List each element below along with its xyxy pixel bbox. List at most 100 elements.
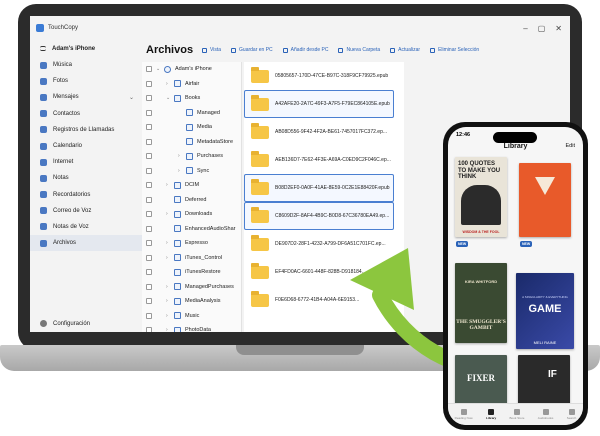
file-row[interactable]: B08D2EF0-0A0F-41AE-8E59-0C2E1E88420F.epu… — [244, 174, 394, 202]
checkbox[interactable] — [146, 182, 152, 189]
book-cover[interactable]: FIXER — [455, 355, 507, 405]
expand-chevron-icon[interactable]: › — [166, 182, 174, 188]
expand-chevron-icon[interactable]: › — [178, 168, 186, 174]
phone-tab[interactable]: Library — [486, 409, 496, 420]
tree-row[interactable]: › Purchases — [142, 149, 241, 164]
phone-tab[interactable]: Search — [567, 409, 576, 420]
sidebar-item-recordatorios[interactable]: Recordatorios — [30, 187, 142, 203]
sidebar-device[interactable]: Adam's iPhone — [30, 40, 142, 57]
expand-chevron-icon[interactable]: › — [166, 240, 174, 246]
checkbox[interactable] — [146, 80, 152, 87]
tree-row[interactable]: Deferred — [142, 193, 241, 208]
tree-row[interactable]: EnhancedAudioShar — [142, 222, 241, 237]
expand-chevron-icon[interactable]: › — [166, 211, 174, 217]
book-cover[interactable]: A SINGULARITY & EVERYTHING GAME MELI RAI… — [516, 273, 574, 349]
phone-tab[interactable]: Book Store — [510, 409, 524, 420]
expand-chevron-icon[interactable]: › — [166, 284, 174, 290]
tree-row[interactable]: › Airfair — [142, 77, 241, 92]
file-row[interactable]: AEB136D7-7E62-4F3E-A69A-C0ED9C2F046C.ep.… — [244, 146, 394, 174]
sidebar-item-notas[interactable]: Notas — [30, 170, 142, 186]
tree-row[interactable]: › ManagedPurchases — [142, 280, 241, 295]
tree-row[interactable]: Media — [142, 120, 241, 135]
tree-row[interactable]: › Music — [142, 309, 241, 324]
chevron-down-icon[interactable]: ⌄ — [129, 94, 134, 101]
book-cover[interactable] — [519, 163, 571, 237]
edit-button[interactable]: Edit — [566, 143, 575, 149]
tree-row[interactable]: › Espresso — [142, 236, 241, 251]
phone-tab[interactable]: Audiobooks — [538, 409, 553, 420]
save-to-pc-button[interactable]: Guardar en PC — [231, 47, 273, 53]
sidebar-item-notas-de-voz[interactable]: Notas de Voz — [30, 219, 142, 235]
file-row[interactable]: A42AFE20-2A7C-49F3-A7F5-F79EC864105E.epu… — [244, 90, 394, 118]
sidebar-item-musica[interactable]: Música — [30, 57, 142, 73]
phone-tab[interactable]: Reading Now — [455, 409, 473, 420]
minimize-button[interactable]: – — [523, 24, 527, 33]
sidebar-item-internet[interactable]: Internet — [30, 154, 142, 170]
expand-chevron-icon[interactable]: › — [166, 255, 174, 261]
book-cover[interactable]: IF — [518, 355, 570, 405]
sidebar-item-correo-de-voz[interactable]: Correo de Voz — [30, 203, 142, 219]
tree-row[interactable]: › iTunes_Control — [142, 251, 241, 266]
checkbox[interactable] — [146, 298, 152, 305]
expand-chevron-icon[interactable]: › — [166, 81, 174, 87]
sidebar-item-archivos[interactable]: Archivos — [30, 235, 142, 252]
book-cover[interactable]: KIRA WHITFORD THE SMUGGLER'S GAMBIT — [455, 263, 507, 343]
chevron-down-icon[interactable]: ⌄ — [156, 66, 164, 72]
expand-chevron-icon[interactable]: › — [166, 298, 174, 304]
sidebar-item-label: Fotos — [53, 78, 69, 85]
sidebar-item-calendario[interactable]: Calendario — [30, 138, 142, 154]
tree-row[interactable]: MetadataStore — [142, 135, 241, 150]
checkbox[interactable] — [146, 312, 152, 319]
menu-icon[interactable] — [40, 46, 46, 51]
tree-root-label: Adam's iPhone — [175, 66, 212, 73]
checkbox[interactable] — [146, 211, 152, 218]
book-cover[interactable]: 100 QUOTES TO MAKE YOU THINK WISDOM & TH… — [455, 157, 507, 237]
maximize-button[interactable]: ▢ — [538, 24, 546, 33]
settings-button[interactable]: Configuración — [30, 316, 142, 332]
checkbox[interactable] — [146, 240, 152, 247]
add-from-pc-button[interactable]: Añadir desde PC — [282, 47, 328, 53]
file-row[interactable]: 05805657-170D-47CE-B97C-318F9CF79925.epu… — [244, 62, 394, 90]
delete-selection-button[interactable]: Eliminar Selección — [430, 47, 479, 53]
checkbox[interactable] — [146, 327, 152, 332]
tree-row[interactable]: › Sync — [142, 164, 241, 179]
tree-row-label: Media — [197, 124, 212, 131]
book-author: KIRA WHITFORD — [464, 279, 498, 284]
tree-row[interactable]: › Downloads — [142, 207, 241, 222]
checkbox[interactable] — [146, 269, 152, 276]
checkbox[interactable] — [146, 283, 152, 290]
sidebar-item-registros[interactable]: Registros de Llamadas — [30, 122, 142, 138]
tree-row[interactable]: › PhotoData — [142, 323, 241, 332]
checkbox[interactable] — [146, 225, 152, 232]
tree-row[interactable]: ⌄ Books — [142, 91, 241, 106]
sidebar-item-mensajes[interactable]: Mensajes ⌄ — [30, 89, 142, 105]
view-button[interactable]: Vista — [202, 47, 221, 53]
expand-chevron-icon[interactable]: › — [178, 153, 186, 159]
new-folder-button[interactable]: Nueva Carpeta — [338, 47, 380, 53]
sidebar-item-fotos[interactable]: Fotos — [30, 73, 142, 89]
checkbox[interactable] — [146, 254, 152, 261]
tree-row[interactable]: Managed — [142, 106, 241, 121]
checkbox[interactable] — [146, 138, 152, 145]
checkbox[interactable] — [146, 153, 152, 160]
expand-chevron-icon[interactable]: ⌄ — [166, 95, 174, 101]
new-folder-icon — [338, 47, 344, 53]
refresh-button[interactable]: Actualizar — [390, 47, 420, 53]
tree-row[interactable]: › MediaAnalysis — [142, 294, 241, 309]
close-button[interactable]: ✕ — [555, 24, 562, 33]
tree-row[interactable]: iTunesRestore — [142, 265, 241, 280]
checkbox[interactable] — [146, 109, 152, 116]
checkbox[interactable] — [146, 124, 152, 131]
expand-chevron-icon[interactable]: › — [166, 327, 174, 332]
checkbox[interactable] — [146, 167, 152, 174]
tree-row[interactable]: › DCIM — [142, 178, 241, 193]
checkbox[interactable] — [146, 196, 152, 203]
checkbox[interactable] — [146, 95, 152, 102]
file-row[interactable]: C8609D2F-8AF4-4B9C-B0D8-67C36780EA49.ep.… — [244, 202, 394, 230]
expand-chevron-icon[interactable]: › — [166, 313, 174, 319]
file-row[interactable]: AB08D556-9F42-4F2A-BE61-7457017FC372.ep.… — [244, 118, 394, 146]
checkbox[interactable] — [146, 66, 152, 73]
sidebar-item-contactos[interactable]: Contactos — [30, 106, 142, 122]
book-title: FIXER — [466, 373, 495, 383]
tree-root[interactable]: ⌄ Adam's iPhone — [142, 62, 241, 77]
